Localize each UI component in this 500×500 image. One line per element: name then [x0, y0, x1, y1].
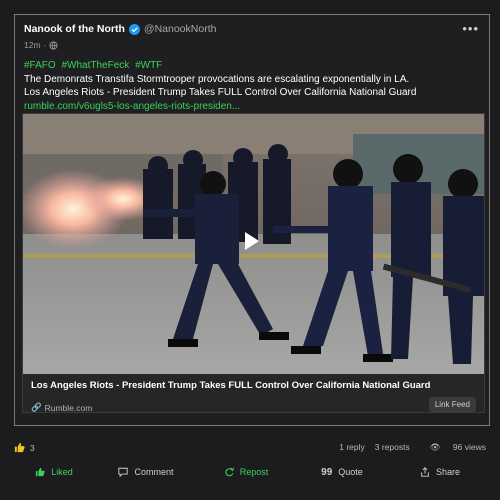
play-icon[interactable]: [245, 232, 259, 250]
post-body: #FAFO #WhatTheFeck #WTF The Demonrats Tr…: [24, 59, 484, 113]
like-count[interactable]: 3: [14, 442, 35, 453]
comment-button[interactable]: Comment: [94, 463, 198, 481]
share-button-label: Share: [435, 467, 461, 477]
link-feed-button[interactable]: Link Feed: [428, 397, 476, 412]
post-timestamp: 12m: [24, 40, 41, 50]
hashtag[interactable]: #WhatTheFeck: [61, 60, 129, 71]
thumbs-up-icon: [36, 467, 45, 477]
like-count-value: 3: [30, 442, 35, 453]
post-stats: 3 1 reply 3 reposts 👁 96 views: [14, 442, 490, 458]
verified-badge-icon: [128, 24, 140, 35]
hashtag[interactable]: #FAFO: [24, 60, 56, 71]
repost-button[interactable]: Repost: [198, 463, 294, 481]
video-thumbnail[interactable]: [23, 114, 484, 374]
share-button[interactable]: Share: [390, 463, 490, 481]
post-card: Nanook of the North @NanookNorth 12m · •…: [14, 14, 490, 426]
link-icon: 🔗: [31, 402, 42, 412]
card-source-domain: Rumble.com: [44, 402, 93, 413]
like-button[interactable]: Liked: [14, 463, 94, 481]
repost-icon: [225, 467, 234, 477]
separator-dot: ·: [43, 40, 47, 50]
card-source: 🔗 Rumble.com: [31, 402, 93, 413]
repost-button-label: Repost: [239, 467, 269, 477]
visibility-icon: [49, 40, 58, 50]
post-link[interactable]: rumble.com/v6ugls5-los-angeles-riots-pre…: [24, 100, 484, 114]
action-bar: Liked Comment Repost 99 Quote Share: [14, 463, 490, 481]
share-icon: [421, 467, 429, 477]
hashtag[interactable]: #WTF: [135, 60, 162, 71]
eye-icon: 👁: [429, 442, 441, 452]
comment-button-label: Comment: [134, 467, 174, 477]
view-count-value: 96 views: [452, 442, 486, 452]
post-text-line: The Demonrats Transtifa Stormtrooper pro…: [24, 73, 410, 85]
reply-count[interactable]: 1 reply: [339, 442, 365, 453]
author-name[interactable]: Nanook of the North: [24, 23, 125, 36]
view-count: 👁 96 views: [420, 442, 486, 453]
like-button-label: Liked: [51, 467, 73, 477]
thumbs-up-icon: [14, 442, 25, 453]
quote-button-label: Quote: [338, 467, 363, 477]
hashtags: #FAFO #WhatTheFeck #WTF: [24, 59, 484, 73]
card-title[interactable]: Los Angeles Riots - President Trump Take…: [31, 380, 430, 391]
quote-button[interactable]: 99 Quote: [294, 463, 390, 481]
more-options-icon[interactable]: •••: [462, 21, 479, 36]
repost-count[interactable]: 3 reposts: [375, 442, 410, 453]
author-handle[interactable]: @NanookNorth: [144, 23, 217, 36]
link-preview-card[interactable]: Los Angeles Riots - President Trump Take…: [22, 113, 485, 413]
post-text-line: Los Angeles Riots - President Trump Take…: [24, 87, 417, 98]
quote-icon: 99: [321, 466, 333, 478]
comment-icon: [118, 467, 129, 477]
post-header: Nanook of the North @NanookNorth 12m · •…: [24, 21, 479, 57]
